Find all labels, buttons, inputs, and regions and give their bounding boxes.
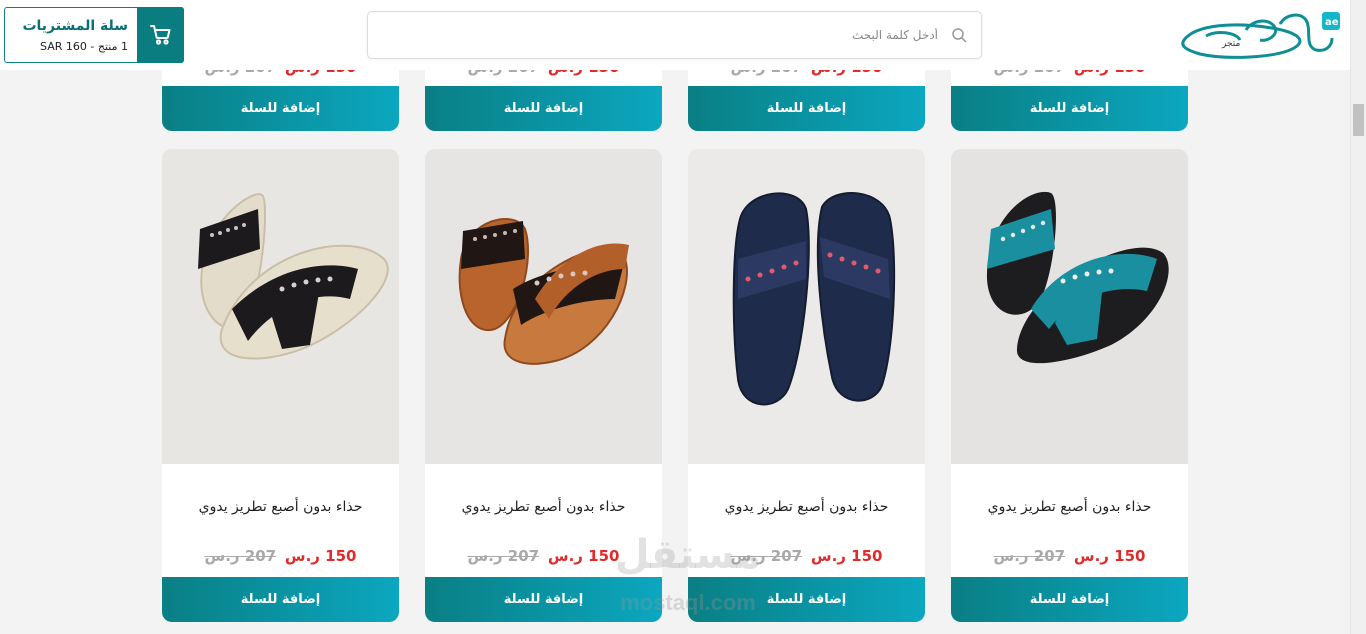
price-line: 150 ر.س 207 ر.س (688, 547, 925, 565)
product-card[interactable]: حذاء بدون أصبع تطريز يدوي 150 ر.س 207 ر.… (162, 149, 399, 622)
price-current: 150 ر.س (547, 547, 620, 565)
product-card[interactable]: حذاء بدون أصبع تطريز يدوي 150 ر.س 207 ر.… (425, 149, 662, 622)
product-image-teal-black-sandal[interactable] (951, 149, 1188, 464)
add-to-cart-button[interactable]: إضافة للسلة (688, 86, 925, 131)
product-name[interactable]: حذاء بدون أصبع تطريز يدوي (951, 499, 1188, 515)
search-box (367, 11, 982, 59)
add-to-cart-button[interactable]: إضافة للسلة (688, 577, 925, 622)
search-icon[interactable] (951, 27, 967, 43)
cart-text: سلة المشتريات 1 منتج - SAR 160 (22, 17, 128, 54)
add-to-cart-button[interactable]: إضافة للسلة (951, 86, 1188, 131)
svg-text:ae: ae (1325, 17, 1339, 28)
price-line: 150 ر.س 207 ر.س (425, 547, 662, 565)
price-current: 150 ر.س (284, 547, 357, 565)
price-line: 150 ر.س 207 ر.س (162, 547, 399, 565)
price-old: 207 ر.س (730, 547, 803, 565)
add-to-cart-button[interactable]: إضافة للسلة (162, 86, 399, 131)
page-scrollbar[interactable] (1350, 0, 1366, 634)
product-name[interactable]: حذاء بدون أصبع تطريز يدوي (425, 499, 662, 515)
store-logo[interactable]: متجر ae (1176, 6, 1342, 64)
cart-button[interactable]: سلة المشتريات 1 منتج - SAR 160 (4, 7, 184, 63)
search-input[interactable] (378, 12, 938, 58)
cart-title: سلة المشتريات (22, 18, 128, 34)
add-to-cart-button[interactable]: إضافة للسلة (162, 577, 399, 622)
scrollbar-thumb[interactable] (1353, 104, 1364, 136)
price-old: 207 ر.س (467, 547, 540, 565)
add-to-cart-button[interactable]: إضافة للسلة (425, 86, 662, 131)
price-current: 150 ر.س (810, 547, 883, 565)
product-image-brown-black-sandal[interactable] (425, 149, 662, 464)
site-header: سلة المشتريات 1 منتج - SAR 160 متجر ae (0, 0, 1350, 70)
cart-summary: 1 منتج - SAR 160 (40, 40, 128, 53)
price-line: 150 ر.س 207 ر.س (951, 547, 1188, 565)
add-to-cart-button[interactable]: إضافة للسلة (425, 577, 662, 622)
logo-store-word: متجر (1221, 39, 1240, 49)
product-image-beige-black-sandal[interactable] (162, 149, 399, 464)
cart-icon[interactable] (137, 7, 184, 63)
product-name[interactable]: حذاء بدون أصبع تطريز يدوي (688, 499, 925, 515)
product-image-navy-sandal[interactable] (688, 149, 925, 464)
add-to-cart-button[interactable]: إضافة للسلة (951, 577, 1188, 622)
price-old: 207 ر.س (204, 547, 277, 565)
price-current: 150 ر.س (1073, 547, 1146, 565)
price-old: 207 ر.س (993, 547, 1066, 565)
product-card[interactable]: حذاء بدون أصبع تطريز يدوي 150 ر.س 207 ر.… (688, 149, 925, 622)
product-card[interactable]: حذاء بدون أصبع تطريز يدوي 150 ر.س 207 ر.… (951, 149, 1188, 622)
product-name[interactable]: حذاء بدون أصبع تطريز يدوي (162, 499, 399, 515)
